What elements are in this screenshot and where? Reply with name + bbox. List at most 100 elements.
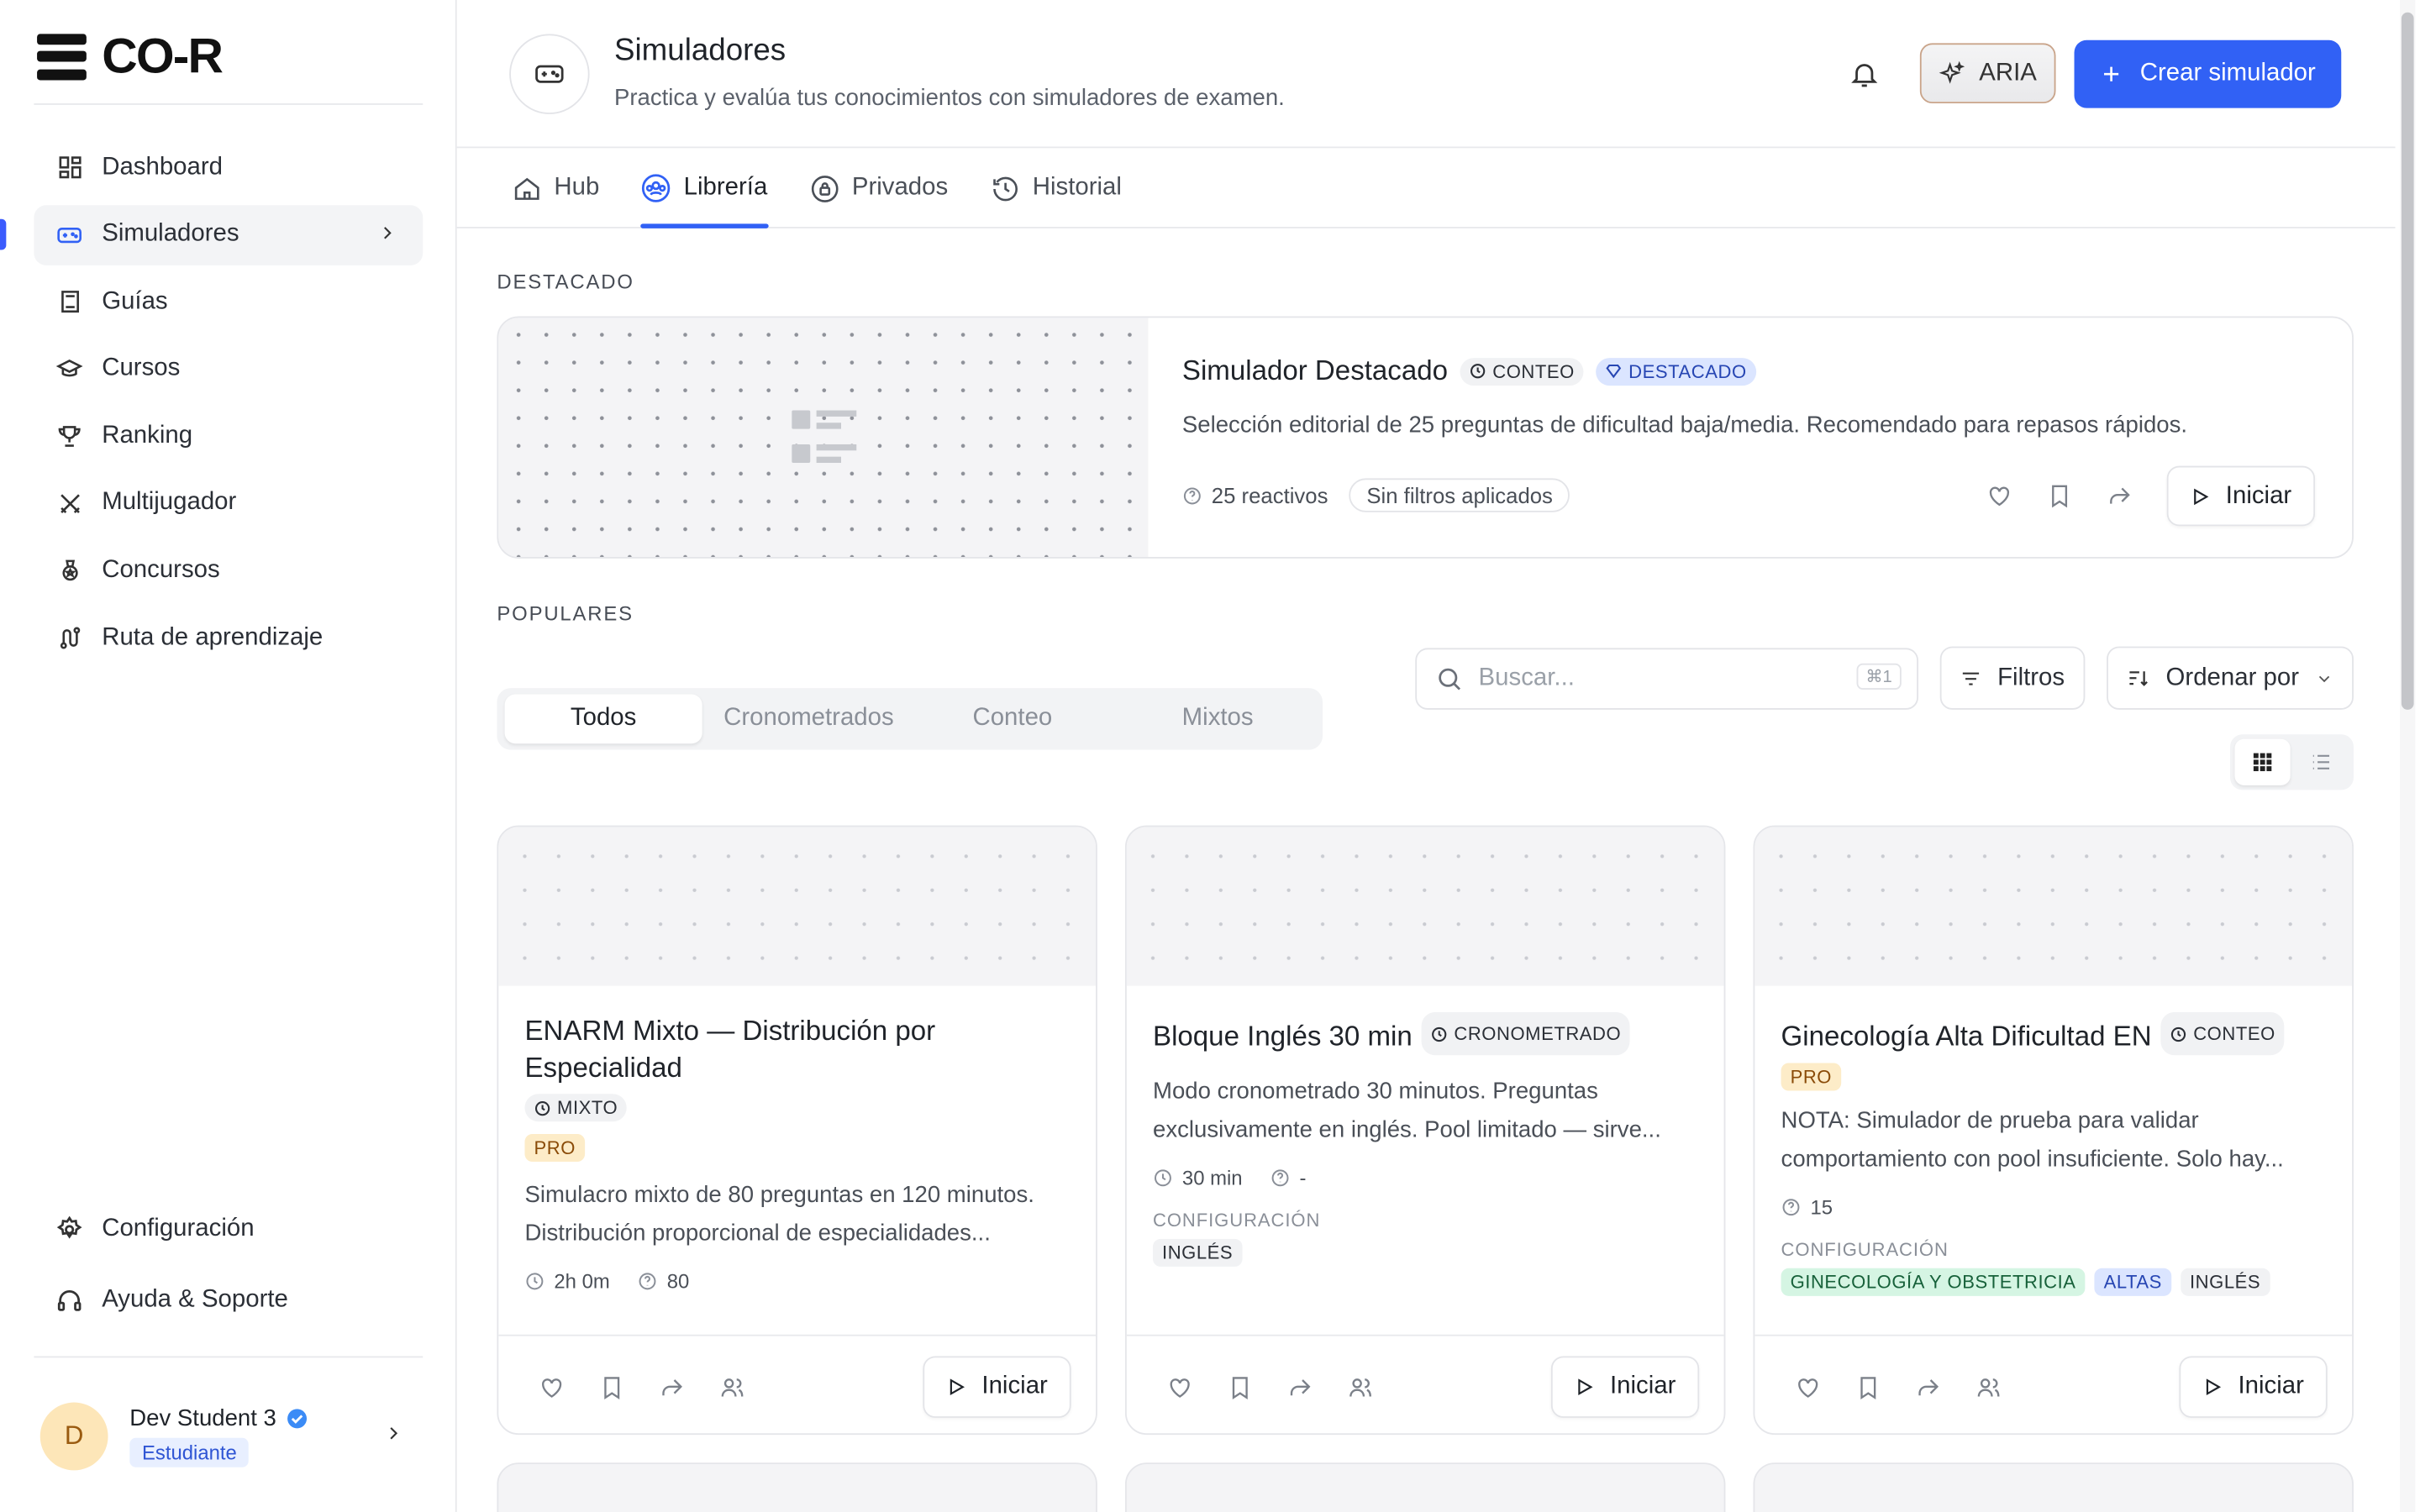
items-count-text: 25 reactivos [1211, 482, 1328, 508]
user-profile[interactable]: D Dev Student 3 Estudiante [39, 1398, 426, 1475]
mode-segmented-control: Todos Cronometrados Conteo Mixtos [497, 688, 1323, 750]
start-button[interactable]: Iniciar [923, 1356, 1071, 1418]
popular-section-label: POPULARES [497, 601, 634, 625]
share-icon[interactable] [2107, 483, 2133, 509]
sidebar-item-guias[interactable]: Guías [34, 272, 423, 333]
segment-todos[interactable]: Todos [504, 694, 702, 744]
question-count: - [1270, 1167, 1307, 1189]
simulator-card[interactable]: Bloque Inglés 30 min CRONOMETRADO Modo cr… [1124, 825, 1726, 1436]
create-simulator-button[interactable]: Crear simulador [2074, 39, 2342, 108]
tab-privados[interactable]: Privados [810, 148, 948, 228]
dashboard-icon [55, 154, 83, 181]
sidebar-divider [34, 103, 424, 105]
segment-cronometrados[interactable]: Cronometrados [710, 695, 908, 744]
card-thumbnail [498, 827, 1097, 986]
bookmark-icon[interactable] [1227, 1374, 1253, 1400]
question-count-text: 80 [666, 1268, 690, 1293]
share-icon[interactable] [1287, 1374, 1313, 1400]
share-icon[interactable] [659, 1374, 685, 1400]
simulator-card-peek[interactable] [1753, 1462, 2354, 1512]
heart-icon[interactable] [1986, 483, 2012, 509]
start-button[interactable]: Iniciar [1550, 1356, 1700, 1418]
share-icon[interactable] [1915, 1374, 1941, 1400]
tab-bar: Hub Librería Privados Historial [456, 148, 2396, 228]
bookmark-icon[interactable] [1855, 1374, 1881, 1400]
logo-text: CO-R [102, 28, 224, 84]
simulator-card-peek[interactable] [1124, 1462, 1726, 1512]
sidebar-item-label: Configuración [102, 1215, 255, 1242]
bell-icon[interactable] [1849, 59, 1880, 90]
sort-label: Ordenar por [2165, 664, 2299, 690]
sidebar-item-concursos[interactable]: Concursos [34, 541, 423, 601]
user-role-badge: Estudiante [129, 1437, 250, 1467]
sort-button[interactable]: Ordenar por [2107, 646, 2354, 710]
bookmark-icon[interactable] [599, 1374, 625, 1400]
featured-actions: Iniciar [1986, 465, 2316, 527]
simulator-card[interactable]: Ginecología Alta Dificultad EN CONTEO PRO… [1753, 825, 2354, 1436]
card-footer: Iniciar [1754, 1334, 2353, 1434]
config-tags: GINECOLOGÍA Y OBSTETRICIA ALTAS INGLÉS [1781, 1268, 2331, 1296]
sidebar-item-configuracion[interactable]: Configuración [34, 1199, 423, 1259]
clock-icon [1432, 1026, 1447, 1042]
heart-icon[interactable] [539, 1374, 565, 1400]
tab-historial[interactable]: Historial [991, 148, 1122, 228]
filters-label: Filtros [1997, 664, 2065, 690]
question-count-text: 15 [1810, 1195, 1833, 1219]
filter-icon [1960, 667, 1982, 689]
filters-button[interactable]: Filtros [1939, 646, 2086, 710]
sidebar-item-dashboard[interactable]: Dashboard [34, 137, 423, 197]
start-button[interactable]: Iniciar [2179, 1356, 2328, 1418]
featured-badge: DESTACADO [1596, 357, 1756, 386]
user-name-row: Dev Student 3 [129, 1405, 308, 1431]
search-input[interactable] [1478, 664, 1833, 693]
card-title: Bloque Inglés 30 min [1153, 1020, 1413, 1052]
heart-icon[interactable] [1795, 1374, 1821, 1400]
simulator-card[interactable]: ENARM Mixto — Distribución por Especiali… [497, 825, 1097, 1436]
sidebar-item-cursos[interactable]: Cursos [34, 339, 423, 400]
search-shortcut: ⌘1 [1856, 663, 1902, 690]
clock-icon [2171, 1026, 2186, 1042]
card-thumbnail [1126, 827, 1724, 986]
list-view-button[interactable] [2293, 739, 2349, 785]
card-meta: 2h 0m 80 [524, 1268, 1074, 1293]
start-button[interactable]: Iniciar [2166, 465, 2316, 527]
sidebar-item-simuladores[interactable]: Simuladores [34, 204, 424, 265]
segment-conteo[interactable]: Conteo [913, 695, 1111, 744]
heart-icon[interactable] [1167, 1374, 1193, 1400]
users-icon[interactable] [1975, 1374, 2002, 1400]
sidebar-item-multijugador[interactable]: Multijugador [34, 474, 423, 534]
play-icon [1575, 1376, 1595, 1398]
mode-badge: CONTEO [2160, 1011, 2285, 1056]
duration: 30 min [1153, 1167, 1243, 1189]
tab-label: Privados [851, 174, 949, 201]
segment-mixtos[interactable]: Mixtos [1119, 695, 1317, 744]
tag-altas: ALTAS [2094, 1268, 2171, 1296]
card-actions [1795, 1374, 2002, 1400]
sort-icon [2128, 666, 2151, 690]
page-scrollbar[interactable] [2400, 0, 2416, 1512]
users-icon[interactable] [719, 1374, 745, 1400]
swords-icon [55, 490, 83, 517]
tab-hub[interactable]: Hub [513, 148, 599, 228]
page-title: Simuladores [614, 34, 786, 68]
sidebar-item-ranking[interactable]: Ranking [34, 407, 423, 467]
chevron-right-icon [376, 222, 398, 244]
aria-button[interactable]: ARIA [1919, 43, 2056, 104]
sidebar-item-label: Ruta de aprendizaje [102, 624, 324, 651]
sidebar-item-ruta[interactable]: Ruta de aprendizaje [34, 608, 423, 669]
logo[interactable]: CO-R [37, 28, 224, 85]
chevron-right-icon [383, 1422, 405, 1444]
config-tags: INGLÉS [1153, 1238, 1702, 1267]
tab-label: Librería [683, 174, 768, 201]
sidebar-item-label: Guías [102, 287, 168, 315]
users-icon[interactable] [1347, 1374, 1373, 1400]
featured-card[interactable]: Simulador Destacado CONTEO DESTACADO Sel… [497, 316, 2354, 559]
card-description: Simulacro mixto de 80 preguntas en 120 m… [524, 1180, 1034, 1247]
sidebar-item-label: Ranking [102, 423, 193, 449]
sidebar-item-ayuda[interactable]: Ayuda & Soporte [34, 1270, 423, 1331]
scrollbar-thumb[interactable] [2401, 12, 2414, 710]
bookmark-icon[interactable] [2046, 483, 2072, 509]
simulator-card-peek[interactable] [497, 1462, 1097, 1512]
tab-libreria[interactable]: Librería [640, 148, 767, 228]
grid-view-button[interactable] [2234, 738, 2291, 785]
